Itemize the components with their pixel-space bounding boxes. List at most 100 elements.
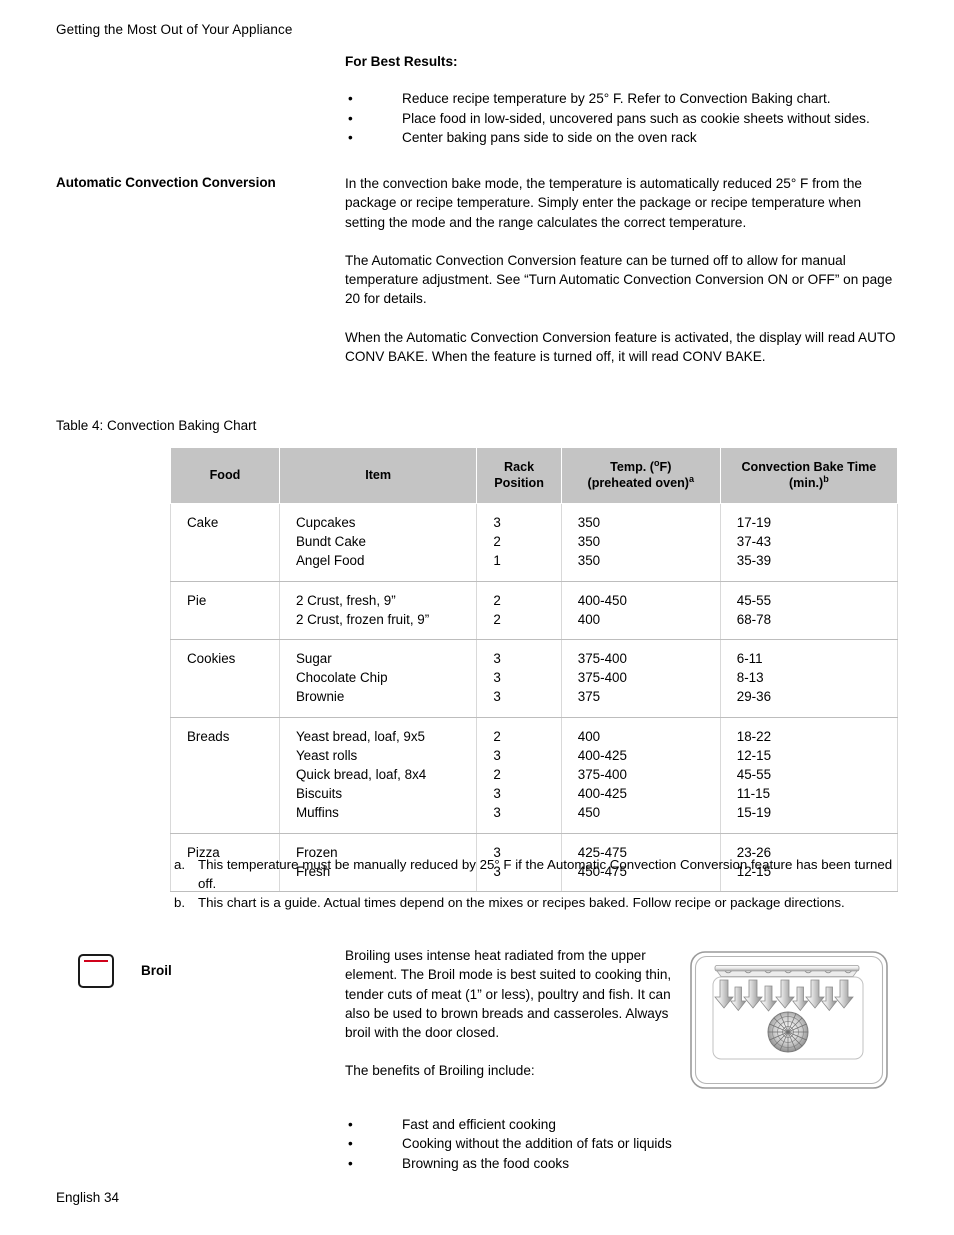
cell-line: Yeast rolls bbox=[295, 747, 358, 763]
cell-rack-position: 2 2 bbox=[476, 581, 562, 641]
cell-line: 45-55 bbox=[736, 767, 772, 783]
broil-benefits-list: • Fast and efficient cooking • Cooking w… bbox=[345, 1115, 745, 1173]
list-item-text: Place food in low-sided, uncovered pans … bbox=[402, 110, 870, 126]
table-body: Cake Cupcakes Bundt Cake Angel Food 3 2 … bbox=[170, 503, 899, 893]
paragraph: The Automatic Convection Conversion feat… bbox=[345, 252, 893, 307]
column-header-item: Item bbox=[278, 447, 478, 504]
cell-rack-position: 3 2 1 bbox=[476, 503, 562, 582]
cell-bake-time: 45-55 68-78 bbox=[719, 581, 899, 641]
broil-element-bar-icon bbox=[84, 960, 108, 962]
footnote-marker: a. bbox=[174, 857, 186, 872]
list-item: • Reduce recipe temperature by 25° F. Re… bbox=[345, 89, 901, 108]
cell-line: 3 bbox=[493, 651, 501, 667]
cell-item: Cupcakes Bundt Cake Angel Food bbox=[278, 503, 478, 582]
cell-line: 8-13 bbox=[736, 670, 764, 686]
list-item-text: Fast and efficient cooking bbox=[402, 1117, 556, 1132]
cell-line: 2 bbox=[493, 534, 501, 550]
cell-food: Pie bbox=[170, 581, 280, 641]
oven-diagram-svg bbox=[690, 951, 888, 1089]
cell-item: Yeast bread, loaf, 9x5 Yeast rolls Quick… bbox=[278, 717, 478, 834]
oven-broil-heat-diagram bbox=[689, 950, 889, 1090]
cell-item: Sugar Chocolate Chip Brownie bbox=[278, 639, 478, 718]
best-results-bullet-list: • Reduce recipe temperature by 25° F. Re… bbox=[345, 89, 901, 147]
footnote: b. This chart is a guide. Actual times d… bbox=[170, 893, 910, 912]
table-row: Cake Cupcakes Bundt Cake Angel Food 3 2 … bbox=[170, 503, 899, 582]
list-item-text: Center baking pans side to side on the o… bbox=[402, 129, 697, 145]
cell-line: 3 bbox=[493, 689, 501, 705]
list-item: • Center baking pans side to side on the… bbox=[345, 128, 901, 147]
list-item-text: Cooking without the addition of fats or … bbox=[402, 1136, 672, 1152]
table-row: Cookies Sugar Chocolate Chip Brownie 3 3… bbox=[170, 639, 899, 718]
cell-line: 37-43 bbox=[736, 534, 772, 550]
running-header: Getting the Most Out of Your Appliance bbox=[56, 22, 293, 37]
table-caption: Table 4: Convection Baking Chart bbox=[56, 418, 257, 433]
cell-line: Bundt Cake bbox=[295, 534, 366, 550]
cell-line: 350 bbox=[577, 515, 601, 530]
table-row: Breads Yeast bread, loaf, 9x5 Yeast roll… bbox=[170, 717, 899, 834]
column-header-rack-position: Rack Position bbox=[476, 447, 562, 504]
auto-convection-label: Automatic Convection Conversion bbox=[56, 175, 276, 190]
cell-line: Cupcakes bbox=[295, 515, 356, 530]
cell-line: Yeast bread, loaf, 9x5 bbox=[295, 728, 425, 744]
broil-label: Broil bbox=[141, 963, 172, 978]
column-header-bake-time: Convection Bake Time (min.)b bbox=[719, 447, 899, 504]
bullet-glyph: • bbox=[348, 1136, 353, 1152]
cell-line: Chocolate Chip bbox=[295, 670, 388, 686]
cell-line: 350 bbox=[577, 534, 601, 550]
cell-line: 15-19 bbox=[736, 805, 772, 821]
cell-line: 6-11 bbox=[736, 651, 763, 667]
cell-line: 400-450 bbox=[577, 592, 627, 608]
paragraph: In the convection bake mode, the tempera… bbox=[345, 176, 862, 230]
cell-rack-position: 2 3 2 3 3 bbox=[476, 717, 562, 834]
cell-line: 450 bbox=[577, 805, 601, 821]
cell-line: 400 bbox=[577, 728, 601, 744]
cell-line: 400-425 bbox=[577, 747, 627, 763]
list-item: • Place food in low-sided, uncovered pan… bbox=[345, 109, 901, 128]
cell-line: Muffins bbox=[295, 805, 339, 821]
cell-line: Brownie bbox=[295, 689, 345, 705]
cell-temperature: 350 350 350 bbox=[560, 503, 721, 582]
cell-line: 3 bbox=[493, 670, 501, 686]
cell-line: 375-400 bbox=[577, 651, 627, 667]
cell-line: 35-39 bbox=[736, 553, 772, 569]
cell-line: Biscuits bbox=[295, 786, 343, 802]
cell-line: 11-15 bbox=[736, 786, 771, 802]
cell-line: 3 bbox=[493, 805, 501, 821]
cell-line: 17-19 bbox=[736, 515, 772, 530]
table-footnotes: a. This temperature must be manually red… bbox=[170, 855, 910, 913]
cell-line: 2 Crust, fresh, 9” bbox=[295, 592, 396, 608]
cell-line: 2 bbox=[493, 611, 501, 627]
cell-line: 1 bbox=[493, 553, 501, 569]
bullet-glyph: • bbox=[348, 110, 353, 126]
bullet-glyph: • bbox=[348, 91, 353, 107]
cell-line: 400-425 bbox=[577, 786, 627, 802]
cell-bake-time: 6-11 8-13 29-36 bbox=[719, 639, 899, 718]
cell-food: Breads bbox=[170, 717, 280, 834]
cell-bake-time: 17-19 37-43 35-39 bbox=[719, 503, 899, 582]
cell-line: 12-15 bbox=[736, 747, 772, 763]
footnote-marker-a: a bbox=[688, 473, 695, 484]
cell-line: Angel Food bbox=[295, 553, 365, 569]
list-item: • Browning as the food cooks bbox=[345, 1154, 745, 1173]
convection-baking-table: Food Item Rack Position Temp. (oF) (preh… bbox=[170, 447, 899, 893]
column-header-temp-line1: Temp. (oF) bbox=[566, 458, 716, 475]
column-header-time-line1: Convection Bake Time bbox=[741, 460, 877, 474]
cell-line: 2 Crust, frozen fruit, 9” bbox=[295, 611, 430, 627]
column-header-rack-line2: Position bbox=[494, 476, 544, 490]
broil-body: Broiling uses intense heat radiated from… bbox=[345, 946, 675, 1081]
page-footer: English 34 bbox=[56, 1190, 120, 1205]
bullet-glyph: • bbox=[348, 129, 353, 145]
footnote: a. This temperature must be manually red… bbox=[170, 855, 910, 893]
cell-line: 3 bbox=[493, 515, 501, 530]
convection-fan-icon bbox=[767, 1011, 809, 1053]
column-header-temp-line2: (preheated oven)a bbox=[566, 473, 716, 491]
cell-line: Quick bread, loaf, 8x4 bbox=[295, 767, 427, 783]
table-header: Food Item Rack Position Temp. (oF) (preh… bbox=[170, 447, 899, 504]
cell-bake-time: 18-22 12-15 45-55 11-15 15-19 bbox=[719, 717, 899, 834]
cell-food: Cake bbox=[170, 503, 280, 582]
cell-line: 2 bbox=[493, 592, 501, 608]
cell-line: 29-36 bbox=[736, 689, 772, 705]
cell-line: 3 bbox=[493, 747, 501, 763]
temp-post: F) bbox=[659, 460, 672, 474]
bullet-glyph: • bbox=[348, 1117, 353, 1132]
